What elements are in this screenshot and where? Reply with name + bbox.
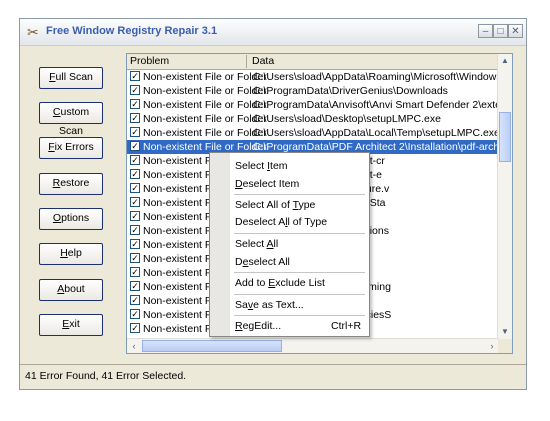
scroll-down-icon[interactable]: ▼: [498, 325, 512, 339]
about-button[interactable]: About: [39, 279, 103, 301]
exit-button[interactable]: Exit: [39, 314, 103, 336]
table-row[interactable]: ✓ Non-existent File or Folder C:\Users\slo…: [127, 126, 499, 140]
problem-cell: Non-existent File or Folder: [143, 71, 267, 83]
menu-item-add-to-exclude-list[interactable]: Add to Exclude List: [235, 277, 325, 292]
vertical-scrollbar[interactable]: ▲ ▼: [497, 54, 512, 339]
problem-cell: Non-existent File or Folder: [143, 127, 267, 139]
problem-cell: Non-existent File or Folder: [143, 85, 267, 97]
row-checkbox[interactable]: ✓: [130, 113, 140, 123]
data-cell: C:\Users\sload\AppData\Local\Temp\setupL…: [253, 127, 499, 139]
menu-item-deselect-item[interactable]: Deselect Item: [235, 178, 299, 193]
options-button[interactable]: Options: [39, 208, 103, 230]
restore-button[interactable]: Restore: [39, 173, 103, 195]
scroll-up-icon[interactable]: ▲: [498, 54, 512, 68]
row-checkbox[interactable]: ✓: [130, 99, 140, 109]
table-row[interactable]: ✓ Non-existent File or Folder C:\ProgramDa…: [127, 98, 499, 112]
row-checkbox[interactable]: ✓: [130, 267, 140, 277]
menu-separator: [234, 233, 365, 234]
column-header-data[interactable]: Data: [252, 55, 274, 67]
scroll-corner: [498, 339, 512, 353]
row-checkbox[interactable]: ✓: [130, 211, 140, 221]
data-cell: C:\Users\sload\AppData\Roaming\Microsoft…: [253, 71, 499, 83]
row-checkbox[interactable]: ✓: [130, 71, 140, 81]
menu-separator: [234, 315, 365, 316]
menu-item-deselect-all-of-type[interactable]: Deselect All of Type: [235, 216, 327, 231]
window-title: Free Window Registry Repair 3.1: [46, 25, 218, 37]
menu-separator: [234, 294, 365, 295]
minimize-button[interactable]: –: [478, 24, 493, 38]
data-cell: C:\ProgramData\DriverGenius\Downloads: [253, 85, 448, 97]
problem-cell: Non-existent File or Folder: [143, 99, 267, 111]
table-row[interactable]: ✓ Non-existent File or Folder C:\Users\slo…: [127, 70, 499, 84]
status-bar: 41 Error Found, 41 Error Selected.: [20, 364, 526, 389]
row-checkbox[interactable]: ✓: [130, 127, 140, 137]
app-logo-icon: ✂: [27, 24, 39, 40]
row-checkbox[interactable]: ✓: [130, 281, 140, 291]
menu-item-regedit[interactable]: RegEdit... Ctrl+R: [235, 320, 361, 335]
problem-cell: Non-existent File or Folder: [143, 113, 267, 125]
row-checkbox[interactable]: ✓: [130, 85, 140, 95]
scroll-left-icon[interactable]: ‹: [127, 339, 141, 353]
row-checkbox[interactable]: ✓: [130, 253, 140, 263]
row-checkbox[interactable]: ✓: [130, 141, 140, 151]
close-button[interactable]: ✕: [508, 24, 523, 38]
row-checkbox[interactable]: ✓: [130, 169, 140, 179]
table-row[interactable]: ✓ Non-existent File or Folder C:\ProgramDa…: [127, 84, 499, 98]
horizontal-scrollbar[interactable]: ‹ ›: [127, 338, 499, 353]
row-checkbox[interactable]: ✓: [130, 295, 140, 305]
vertical-scroll-thumb[interactable]: [499, 112, 511, 162]
list-header: Problem Data: [127, 54, 499, 70]
title-bar[interactable]: ✂ Free Window Registry Repair 3.1 – □ ✕: [20, 19, 526, 46]
context-menu: Select Item Deselect Item Select All of …: [209, 152, 370, 337]
menu-item-select-all[interactable]: Select All: [235, 238, 278, 253]
menu-separator: [234, 194, 365, 195]
data-cell: C:\ProgramData\Anvisoft\Anvi Smart Defen…: [253, 99, 499, 111]
column-header-problem[interactable]: Problem: [130, 55, 169, 67]
custom-scan-button[interactable]: Custom Scan: [39, 102, 103, 137]
row-checkbox[interactable]: ✓: [130, 197, 140, 207]
row-checkbox[interactable]: ✓: [130, 309, 140, 319]
data-cell: C:\Users\sload\Desktop\setupLMPC.exe: [253, 113, 441, 125]
full-scan-button[interactable]: Full Scan: [39, 67, 103, 89]
menu-item-save-as-text[interactable]: Save as Text...: [235, 299, 304, 314]
row-checkbox[interactable]: ✓: [130, 323, 140, 333]
help-button[interactable]: Help: [39, 243, 103, 265]
scroll-right-icon[interactable]: ›: [485, 339, 499, 353]
status-text: 41 Error Found, 41 Error Selected.: [25, 370, 187, 382]
menu-gutter: [210, 153, 230, 336]
shortcut-label: Ctrl+R: [331, 320, 362, 332]
row-checkbox[interactable]: ✓: [130, 155, 140, 165]
menu-item-select-item[interactable]: Select Item: [235, 160, 288, 175]
fix-errors-button[interactable]: Fix Errors: [39, 137, 103, 159]
menu-item-select-all-of-type[interactable]: Select All of Type: [235, 199, 315, 214]
table-row[interactable]: ✓ Non-existent File or Folder C:\Users\slo…: [127, 112, 499, 126]
row-checkbox[interactable]: ✓: [130, 225, 140, 235]
row-checkbox[interactable]: ✓: [130, 239, 140, 249]
maximize-button[interactable]: □: [493, 24, 508, 38]
horizontal-scroll-thumb[interactable]: [142, 340, 282, 352]
menu-separator: [234, 272, 365, 273]
menu-item-deselect-all[interactable]: Deselect All: [235, 256, 290, 271]
row-checkbox[interactable]: ✓: [130, 183, 140, 193]
